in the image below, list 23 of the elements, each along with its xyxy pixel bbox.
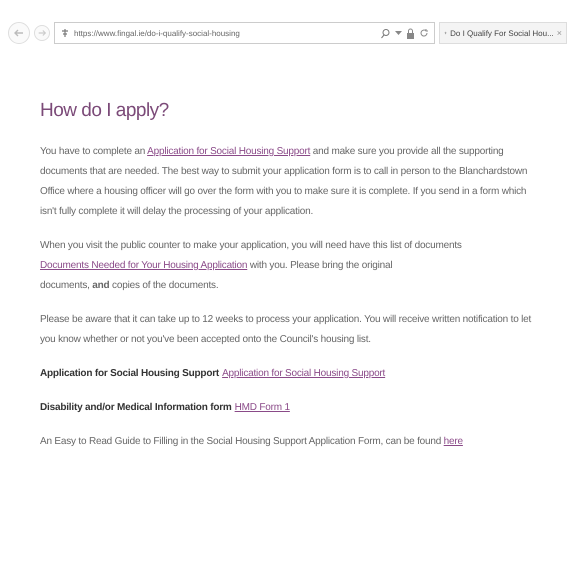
lock-icon — [406, 28, 415, 38]
paragraph: An Easy to Read Guide to Filling in the Social Housing Support Application Form, can be found here — [40, 435, 464, 449]
address-bar[interactable]: https://www.fingal.ie/do-i-qualify-social-housing — [54, 22, 435, 44]
link[interactable]: Documents Needed for Your Housing Application — [40, 260, 248, 271]
link[interactable]: here — [444, 436, 463, 447]
paragraph: Please be aware that it can take up to 12 weeks to process your application. You will receive written notification to let you know whether or not you've been accepted onto the Council's housing list. — [40, 313, 532, 347]
forward-arrow-icon — [37, 28, 47, 38]
caret-icon[interactable] — [395, 30, 402, 36]
link[interactable]: Application for Social Housing Support — [222, 368, 386, 379]
page-heading: How do I apply? — [40, 100, 170, 122]
paragraph: You have to complete an Application for Social Housing Support and make sure you provide all the supporting documents that are needed. The best way to submit your application form is to call in person to the Blanchardstown Office where a housing officer will go over the form with you to make sure it is complete. If you send in a form which isn't fully complete it will delay the processing of your application. — [40, 145, 528, 219]
search-icon[interactable] — [380, 28, 391, 38]
back-button[interactable] — [8, 22, 30, 44]
paragraph: Application for Social Housing Support Application for Social Housing Support — [40, 367, 386, 381]
back-arrow-icon — [13, 27, 25, 39]
paragraph: Disability and/or Medical Information form HMD Form 1 — [40, 401, 291, 415]
refresh-icon[interactable] — [419, 28, 429, 38]
url-text: https://www.fingal.ie/do-i-qualify-social-housing — [74, 28, 240, 38]
tab-title: Do I Qualify For Social Hou... — [450, 28, 554, 38]
browser-tab[interactable]: Do I Qualify For Social Hou... × — [439, 22, 567, 44]
paragraph: When you visit the public counter to make your application, you will need have this list of documents Documents Needed for Your Housing Application with you. Please bring the original documents, and copies of the documents. — [40, 239, 463, 293]
link[interactable]: HMD Form 1 — [234, 402, 290, 413]
link[interactable]: Application for Social Housing Support — [147, 146, 310, 157]
